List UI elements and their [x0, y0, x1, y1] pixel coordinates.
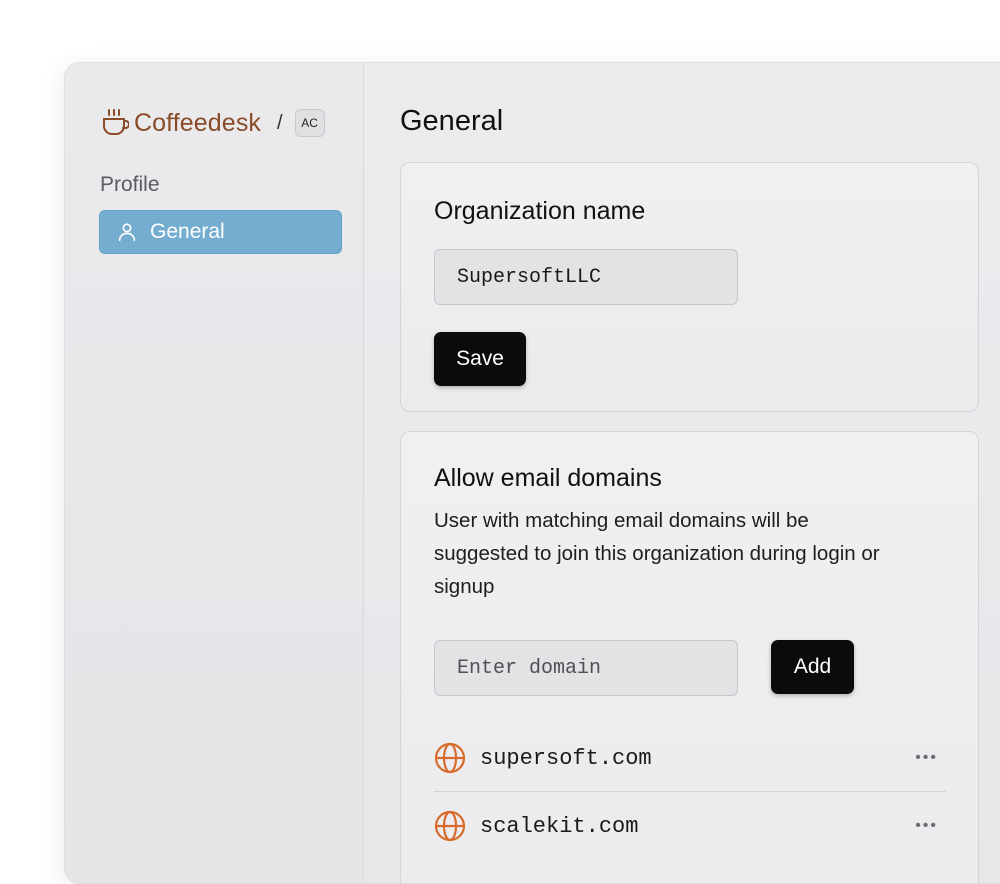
coffee-cup-icon	[103, 109, 129, 135]
globe-icon	[434, 810, 466, 842]
save-button[interactable]: Save	[434, 332, 526, 386]
domain-name: scalekit.com	[480, 813, 639, 839]
domain-list-item: scalekit.com •••	[434, 794, 946, 858]
breadcrumb-separator: /	[277, 111, 283, 134]
sidebar-item-label: General	[150, 220, 225, 243]
add-domain-button[interactable]: Add	[771, 640, 854, 694]
card-description: User with matching email domains will be…	[434, 509, 880, 598]
card-title: Allow email domains	[434, 464, 662, 492]
divider	[434, 791, 946, 792]
more-options-icon[interactable]: •••	[915, 749, 938, 767]
email-domains-card: Allow email domains User with matching e…	[400, 431, 979, 883]
page-title: General	[400, 105, 504, 137]
main-content: General Organization name SupersoftLLC S…	[364, 63, 1000, 883]
user-icon	[118, 223, 136, 242]
sidebar: Coffeedesk / AC Profile General	[65, 63, 364, 883]
card-title: Organization name	[434, 197, 646, 225]
brand[interactable]: Coffeedesk / AC	[101, 107, 325, 139]
more-options-icon[interactable]: •••	[915, 817, 938, 835]
sidebar-item-general[interactable]: General	[99, 210, 342, 254]
organization-name-input[interactable]: SupersoftLLC	[434, 249, 738, 305]
sidebar-section-label: Profile	[100, 173, 160, 196]
domain-name: supersoft.com	[480, 745, 652, 771]
avatar[interactable]: AC	[294, 109, 325, 137]
globe-icon	[434, 742, 466, 774]
app-window: Coffeedesk / AC Profile General General …	[64, 62, 1000, 884]
domain-list-item: supersoft.com •••	[434, 726, 946, 790]
domain-input[interactable]: Enter domain	[434, 640, 738, 696]
brand-name: Coffeedesk	[134, 108, 262, 137]
organization-name-card: Organization name SupersoftLLC Save	[400, 162, 979, 412]
